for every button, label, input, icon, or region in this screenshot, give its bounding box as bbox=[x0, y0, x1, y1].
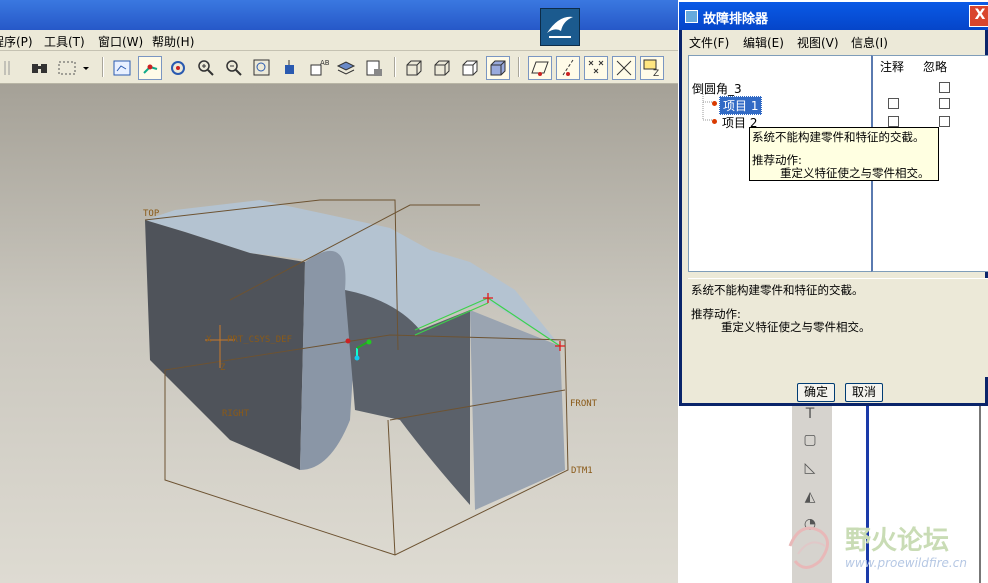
graphics-window[interactable]: TOP PRT_CSYS_DEF X Z RIGHT FRONT DTM1 bbox=[0, 84, 678, 583]
column-header-note[interactable]: 注释 bbox=[880, 58, 904, 75]
menu-help[interactable]: 帮助(H) bbox=[152, 33, 194, 50]
model-canvas[interactable] bbox=[0, 84, 678, 583]
datum-planes-icon[interactable] bbox=[528, 56, 552, 80]
shading-icon[interactable] bbox=[486, 56, 510, 80]
tooltip-line-1: 系统不能构建零件和特征的交截。 bbox=[752, 130, 925, 144]
coordinate-systems-icon[interactable] bbox=[612, 56, 636, 80]
no-hidden-icon[interactable] bbox=[458, 56, 482, 80]
cancel-button[interactable]: 取消 bbox=[845, 383, 883, 402]
dialog-title: 故障排除器 bbox=[703, 12, 769, 27]
menu-program[interactable]: 程序(P) bbox=[0, 33, 33, 50]
dialog-menu-view[interactable]: 视图(V) bbox=[797, 34, 839, 51]
item-tooltip: 系统不能构建零件和特征的交截。 推荐动作: 重定义特征使之与零件相交。 bbox=[749, 127, 939, 181]
dropdown-arrow-icon[interactable] bbox=[80, 56, 94, 80]
watermark-logo-icon bbox=[780, 516, 840, 576]
menu-tools[interactable]: 工具(T) bbox=[44, 33, 85, 50]
view-manager-icon[interactable] bbox=[278, 56, 302, 80]
root-ignore-checkbox[interactable] bbox=[939, 82, 950, 93]
svg-text:AB: AB bbox=[320, 59, 329, 67]
tree-item-1[interactable]: 项目 1 bbox=[719, 96, 763, 115]
orient-icon[interactable] bbox=[166, 56, 190, 80]
zoom-in-icon[interactable] bbox=[194, 56, 218, 80]
tooltip-line-3: 重定义特征使之与零件相交。 bbox=[780, 166, 930, 180]
menu-window[interactable]: 窗口(W) bbox=[98, 33, 143, 50]
datum-points-icon[interactable] bbox=[584, 56, 608, 80]
toolbar-separator bbox=[102, 57, 104, 77]
draft-tool-icon[interactable]: ◺ bbox=[800, 460, 820, 480]
repaint-icon[interactable] bbox=[110, 56, 134, 80]
axis-label-x: X bbox=[206, 335, 212, 345]
dialog-menu-file[interactable]: 文件(F) bbox=[689, 34, 729, 51]
datum-label-dtm1: DTM1 bbox=[571, 466, 593, 476]
item1-ignore-checkbox[interactable] bbox=[939, 98, 950, 109]
dialog-menubar: 文件(F) 编辑(E) 视图(V) 信息(I) bbox=[682, 30, 988, 52]
tree-connector-lines bbox=[702, 94, 717, 121]
binoculars-icon[interactable] bbox=[28, 56, 52, 80]
zoom-fit-icon[interactable] bbox=[250, 56, 274, 80]
datum-label-right: RIGHT bbox=[222, 409, 250, 419]
item2-note-checkbox[interactable] bbox=[888, 116, 899, 127]
ok-button[interactable]: 确定 bbox=[797, 383, 835, 402]
dialog-app-icon bbox=[685, 10, 698, 23]
annotation-icon[interactable]: Z bbox=[640, 56, 664, 80]
hidden-line-icon[interactable] bbox=[430, 56, 454, 80]
saved-views-icon[interactable]: AB bbox=[306, 56, 330, 80]
dialog-titlebar[interactable]: 故障排除器 X bbox=[679, 2, 988, 30]
shell-tool-icon[interactable]: ◭ bbox=[800, 489, 820, 509]
message-pane: 系统不能构建零件和特征的交截。 推荐动作: 重定义特征使之与零件相交。 bbox=[688, 278, 988, 377]
dialog-menu-edit[interactable]: 编辑(E) bbox=[743, 34, 784, 51]
model-left-face bbox=[145, 220, 305, 470]
datum-axes-icon[interactable] bbox=[556, 56, 580, 80]
message-line-1: 系统不能构建零件和特征的交截。 bbox=[691, 283, 864, 297]
zoom-out-icon[interactable] bbox=[222, 56, 246, 80]
axis-label-z: Z bbox=[220, 363, 226, 373]
wireframe-icon[interactable] bbox=[402, 56, 426, 80]
layers-icon[interactable] bbox=[334, 56, 358, 80]
message-line-3: 重定义特征使之与零件相交。 bbox=[721, 320, 871, 334]
item1-note-checkbox[interactable] bbox=[888, 98, 899, 109]
spin-center-icon[interactable] bbox=[138, 56, 162, 80]
drag-handle-icon[interactable] bbox=[0, 56, 24, 80]
column-header-ignore[interactable]: 忽略 bbox=[923, 58, 947, 75]
main-toolbar: AB Z bbox=[0, 51, 680, 84]
close-button[interactable]: X bbox=[969, 5, 988, 27]
item2-ignore-checkbox[interactable] bbox=[939, 116, 950, 127]
svg-text:Z: Z bbox=[653, 69, 659, 79]
datum-axis-tool-icon[interactable]: T bbox=[800, 406, 820, 426]
toolbar-separator bbox=[518, 57, 520, 77]
model-inner-face bbox=[345, 290, 470, 505]
toolbar-separator bbox=[394, 57, 396, 77]
dialog-menu-info[interactable]: 信息(I) bbox=[851, 34, 888, 51]
tree-bullet-icon bbox=[712, 119, 717, 124]
layer-tree-icon[interactable] bbox=[362, 56, 386, 80]
tree-bullet-icon bbox=[712, 101, 717, 106]
select-box-icon[interactable] bbox=[55, 56, 79, 80]
watermark-url: www.proewildfire.cn bbox=[845, 556, 967, 570]
watermark-text: 野火论坛 bbox=[845, 526, 950, 556]
box-tool-icon[interactable]: ▢ bbox=[800, 432, 820, 452]
app-logo-icon bbox=[540, 8, 580, 46]
troubleshooter-dialog: 故障排除器 X 文件(F) 编辑(E) 视图(V) 信息(I) 倒圆角_3 项目… bbox=[679, 2, 988, 406]
datum-label-csys: PRT_CSYS_DEF bbox=[227, 335, 293, 345]
datum-label-top: TOP bbox=[143, 209, 160, 219]
datum-label-front: FRONT bbox=[570, 399, 598, 409]
